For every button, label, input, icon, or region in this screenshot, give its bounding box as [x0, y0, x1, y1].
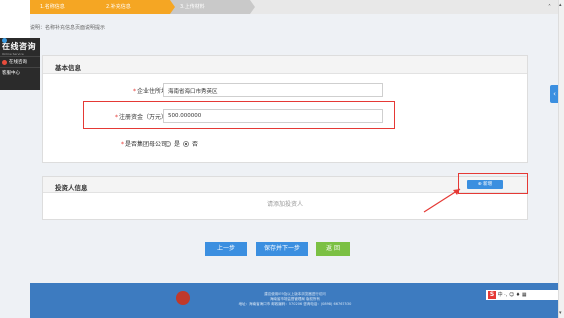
address-input[interactable]: 海南省海口市秀英区	[163, 83, 383, 97]
step-arrow-icon	[96, 0, 101, 14]
scrollbar-up-icon[interactable]: ▴	[559, 2, 562, 8]
consult-item-online[interactable]: 在线咨询	[0, 56, 40, 67]
sogou-s-icon: S	[488, 290, 496, 299]
scrollbar[interactable]: ▴ ▾	[558, 0, 564, 318]
scrollbar-down-icon[interactable]: ▾	[559, 310, 562, 316]
footer-line-3: 地址：海南省海口市 邮政编码：570206 咨询电话：(0898) 667675…	[238, 302, 352, 306]
footer: 建议使用IE9及以上版本浏览器进行访问 海南省市场监督管理局 版权所有 地址：海…	[30, 283, 558, 318]
consult-item-service[interactable]: 客服中心	[0, 38, 40, 78]
radio-no[interactable]	[183, 140, 190, 147]
consult-item-label: 在线咨询	[9, 60, 27, 65]
consult-item-label: 客服中心	[2, 71, 20, 76]
online-consult-widget[interactable]: 在线咨询 Online Service 在线咨询 客服中心	[0, 38, 40, 90]
group-parent-radios: 是 否	[165, 139, 198, 148]
action-buttons: 上一步 保存并下一步 返 回	[0, 242, 564, 256]
page-note: 说明：名称补充信息页面说明提示	[30, 25, 106, 31]
step-2[interactable]: 2.补充信息	[96, 0, 175, 14]
page: { "steps": ["1.名称信息", "2.补充信息", "3.上传材料"…	[0, 0, 564, 318]
emblem-icon	[176, 291, 190, 305]
group-parent-label: *是否集团母公司:	[120, 141, 169, 148]
return-button[interactable]: 返 回	[316, 242, 350, 256]
step-1[interactable]: 1.名称信息	[30, 0, 101, 14]
radio-no-label: 否	[192, 141, 199, 148]
annotation-arrow-icon	[423, 188, 461, 213]
radio-yes-label: 是	[174, 141, 181, 148]
address-row: *企业住所地: 海南省海口市秀英区	[43, 83, 529, 97]
step-3[interactable]: 3.上传材料	[170, 0, 255, 14]
ime-status: 中 ·, ☺ ♦ ▦	[497, 292, 527, 298]
basic-info-panel: 基本信息 *企业住所地: 海南省海口市秀英区 *注册资金（万元）: 500.00…	[42, 55, 528, 163]
step-1-label: 1.名称信息	[40, 4, 65, 10]
step-progress-bar: 1.名称信息 2.补充信息 3.上传材料	[30, 0, 558, 14]
radio-yes[interactable]	[165, 140, 171, 147]
scroll-up-icon[interactable]: ˄	[548, 4, 551, 11]
step-3-label: 3.上传材料	[180, 4, 205, 10]
prev-step-button[interactable]: 上一步	[205, 242, 247, 256]
left-blank	[0, 0, 30, 38]
group-parent-row: *是否集团母公司: 是 否	[43, 136, 529, 150]
step-arrow-icon	[250, 0, 255, 14]
section-title: 基本信息	[43, 56, 527, 74]
step-2-label: 2.补充信息	[106, 4, 131, 10]
capital-highlight-box	[83, 101, 395, 129]
save-next-button[interactable]: 保存并下一步	[256, 242, 308, 256]
add-button-highlight-box	[458, 173, 528, 194]
step-arrow-icon	[170, 0, 175, 14]
penguin-icon	[2, 59, 7, 65]
ime-tray[interactable]: S 中 ·, ☺ ♦ ▦	[486, 290, 558, 300]
headset-icon	[2, 38, 7, 43]
